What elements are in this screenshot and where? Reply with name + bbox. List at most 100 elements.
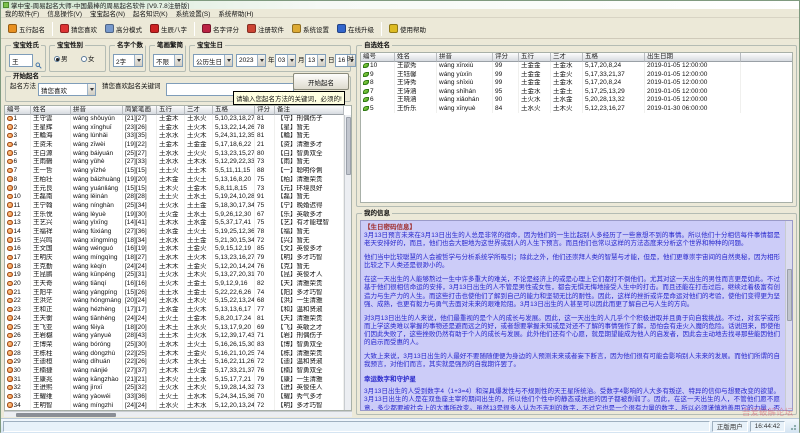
column-header-编号[interactable]: 编号 — [5, 106, 31, 115]
cell: 8 — [361, 79, 395, 88]
surname-input[interactable]: 王 — [9, 54, 33, 67]
table-row[interactable]: 25王飞亚wáng fēiyà[18][20]土木土土水火5,13,17,9,2… — [5, 324, 351, 333]
table-row[interactable]: 8王柏壮wáng bǎizhuàng[19][20]土木金土火土5,13,16,… — [5, 176, 351, 185]
高分模式-button[interactable]: 高分模式 — [101, 21, 146, 37]
column-header-编号[interactable]: 编号 — [361, 53, 395, 62]
table-row[interactable]: 15王兴鸣wáng xīngmíng[18][34]土水水土土金5,21,30,… — [5, 237, 351, 246]
column-header-五行[interactable]: 五行 — [157, 106, 185, 115]
table-row[interactable]: 28王栋柱wáng dòngzhù[22][25]土木木土金火5,16,21,1… — [5, 350, 351, 359]
table-row[interactable]: 7王诗涵wáng shīhán95土金水土金土5,17,25,13,292019… — [361, 88, 792, 97]
menu-item-4[interactable]: 起名知识(K) — [133, 8, 168, 18]
menu-item-3[interactable]: 宝宝起名(N) — [90, 8, 125, 18]
table-row[interactable]: 17王明庆wáng míngqìng[18][27]土水木土火木5,13,23,… — [5, 254, 351, 263]
gender-male-radio[interactable]: 男 — [54, 56, 68, 64]
table-row[interactable]: 21王阳平wáng yángpíng[15][26]土土水土金土5,22,22,… — [5, 289, 351, 298]
注册软件-button[interactable]: 注册软件 — [243, 21, 288, 37]
table-row[interactable]: 7王一哲wáng yīzhé[15][15]土土火土土木5,5,11,11,15… — [5, 167, 351, 176]
dropdown-arrow-icon[interactable] — [174, 55, 182, 66]
dropdown-arrow-icon[interactable] — [134, 55, 142, 66]
table-row[interactable]: 11王宁翰wáng nínghàn[25][34]土火水土土金5,18,30,1… — [5, 202, 351, 211]
table-row[interactable]: 20王天奇wáng tiānqí[16][16]土火木土金土5,9,12,9,1… — [5, 280, 351, 289]
column-header-备注[interactable]: 备注 — [275, 106, 344, 115]
五行起名-button[interactable]: 五行起名 — [4, 21, 49, 37]
table-row[interactable]: 9王钰馨wáng yùxīn99土金金土金火5,17,33,21,372019-… — [361, 71, 792, 80]
gender-female-radio[interactable]: 女 — [81, 56, 95, 64]
table-row[interactable]: 3王輪海wáng lúnhǎi[33][35]土水水土火木5,24,31,12,… — [5, 132, 351, 141]
dropdown-arrow-icon[interactable] — [317, 55, 325, 66]
table-row[interactable]: 6王雨鶴wáng yǔhè[27][33]土水水土木水5,12,29,22,33… — [5, 158, 351, 167]
table-row[interactable]: 13王艺兴wáng yìxīng[14][41]土木水土水金5,5,37,17,… — [5, 219, 351, 228]
month-select[interactable]: 03 — [275, 54, 296, 67]
naming-method-select[interactable]: 猜您喜欢 — [38, 83, 96, 96]
menu-item-5[interactable]: 系统设置(S) — [176, 8, 211, 18]
table-row[interactable]: 32王进熙wáng jìnxī[25][32]土火水土木火5,19,28,14,… — [5, 384, 351, 393]
在线升级-button[interactable]: 在线升级 — [333, 21, 378, 37]
year-select[interactable]: 2023 — [236, 54, 266, 67]
column-header-三才[interactable]: 三才 — [551, 53, 583, 62]
menu-item-2[interactable]: 信息操作(V) — [47, 8, 82, 18]
table-row[interactable]: 31王康兆wáng kāngzhào[21][21]土木火土土水5,15,17,… — [5, 376, 351, 385]
menu-item-6[interactable]: 系统帮助(H) — [218, 8, 253, 18]
column-header-filler[interactable] — [741, 53, 793, 62]
column-header-五行[interactable]: 五行 — [519, 53, 551, 62]
使用帮助-button[interactable]: 使用帮助 — [385, 21, 430, 37]
stroke-select[interactable]: 不限 — [153, 54, 183, 67]
table-row[interactable]: 9王元良wáng yuánliáng[15][15]土木火土金木5,8,11,8… — [5, 185, 351, 194]
column-header-出生日期[interactable]: 出生日期 — [645, 53, 741, 62]
生辰八字-button[interactable]: 生辰八字 — [146, 21, 191, 37]
table-row[interactable]: 29王迪桓wáng díhuán[22][26]土火木土水土5,16,22,11… — [5, 358, 351, 367]
table-row[interactable]: 12王乐悦wáng lèyuè[19][30]土火金土水土5,9,26,12,3… — [5, 211, 351, 220]
table-row[interactable]: 23王和正wáng hézhèng[17][17]土水金土火木5,13,13,6… — [5, 306, 351, 315]
column-header-三才[interactable]: 三才 — [185, 106, 213, 115]
start-naming-button[interactable]: 开始起名 — [293, 73, 349, 90]
系统设置-button[interactable]: 系统设置 — [288, 21, 333, 37]
column-header-简繁笔画[interactable]: 简繁笔画 — [123, 106, 157, 115]
dropdown-arrow-icon[interactable] — [87, 84, 95, 95]
table-row[interactable]: 18王克勤wáng kèqín[24][24]土木木土金火5,12,20,14,… — [5, 263, 351, 272]
dropdown-arrow-icon[interactable] — [287, 55, 295, 66]
名字评分-button[interactable]: 名字评分 — [198, 21, 243, 37]
column-header-拼音[interactable]: 拼音 — [71, 106, 123, 115]
table-row[interactable]: 10王歆秀wáng xīnxiù99土金金土金水5,17,20,8,242019… — [361, 62, 792, 71]
count-select[interactable]: 2字 — [113, 54, 143, 67]
table-row[interactable]: 24王天衡wáng tiānhéng[24][24]土火土土金木5,8,20,1… — [5, 315, 351, 324]
left-table-hscrollbar[interactable] — [4, 411, 352, 417]
info-textarea[interactable]: 【生日密码信息】3月13日预言未来在3月13日出生的人总是非常的宿命，因为他们的… — [360, 220, 793, 411]
menu-item-1[interactable]: 我的软件(F) — [5, 8, 39, 18]
table-row[interactable]: 2王星辉wáng xīnghuī[23][26]土金水土火木5,13,22,14… — [5, 124, 351, 133]
column-header-姓名[interactable]: 姓名 — [395, 53, 437, 62]
table-row[interactable]: 16王文国wáng wénguó[16][19]土水木土金火5,9,15,12,… — [5, 245, 351, 254]
resize-grip-icon[interactable] — [787, 421, 797, 431]
column-header-评分[interactable]: 评分 — [255, 106, 275, 115]
calendar-select[interactable]: 公历生日 — [193, 54, 233, 67]
table-row[interactable]: 33王耀维wáng yàowéi[33][36]土火土土水木5,24,34,15… — [5, 393, 351, 402]
dropdown-arrow-icon[interactable] — [224, 55, 232, 66]
info-vscrollbar[interactable] — [785, 221, 792, 410]
table-row[interactable]: 34王明智wáng míngzhì[24][24]土水火土木水5,12,20,1… — [5, 402, 351, 411]
table-row[interactable]: 4王资未wáng zīwèi[19][22]土金木土金金5,17,18,6,22… — [5, 141, 351, 150]
table-row[interactable]: 5王白源wáng báiyuán[25][27]土水水土火火5,13,23,15… — [5, 150, 351, 159]
column-header-五格[interactable]: 五格 — [583, 53, 645, 62]
left-table-vscrollbar[interactable] — [344, 115, 351, 410]
cell: 84 — [493, 105, 519, 114]
table-row[interactable]: 10王磊南wáng lěinán[28][28]土土火土水土5,19,24,10… — [5, 193, 351, 202]
dropdown-arrow-icon[interactable] — [257, 55, 265, 66]
table-row[interactable]: 19王昆鹏wáng kūnpéng[25][31]土火水土木火5,13,27,2… — [5, 271, 351, 280]
table-row[interactable]: 26王岩樾wáng yányuè[28][43]土土木土火水5,12,39,17… — [5, 332, 351, 341]
table-row[interactable]: 6王晓涵wáng xiǎohán90土火水土水金5,20,28,13,32201… — [361, 96, 792, 105]
day-select[interactable]: 13 — [305, 54, 326, 67]
column-header-五格[interactable]: 五格 — [213, 106, 255, 115]
search-icon[interactable] — [35, 56, 42, 74]
table-row[interactable]: 8王诗秀wáng shīxiù99土金金土金水5,17,20,8,242019-… — [361, 79, 792, 88]
table-row[interactable]: 30王楠捷wáng nánjié[27][37]土木木土火金5,17,33,21… — [5, 367, 351, 376]
table-row[interactable]: 1王守雲wáng shǒuyún[21][27]土金木土水火5,10,23,18… — [5, 115, 351, 124]
column-header-拼音[interactable]: 拼音 — [437, 53, 493, 62]
column-header-评分[interactable]: 评分 — [493, 53, 519, 62]
table-row[interactable]: 5王忻乐wáng xīnyuè84土水火土木火5,12,23,16,272019… — [361, 105, 792, 114]
column-header-姓名[interactable]: 姓名 — [31, 106, 71, 115]
hour-label: 时 — [347, 56, 354, 64]
table-row[interactable]: 22王洪茫wáng hóngmáng[20][24]土水水土木火5,15,22,… — [5, 297, 351, 306]
table-row[interactable]: 14王福祥wáng fúxiáng[27][36]土水金土火土5,19,25,1… — [5, 228, 351, 237]
猜您喜欢-button[interactable]: 猜您喜欢 — [56, 21, 101, 37]
table-row[interactable]: 27王博荣wáng bóróng[25][30]土水木土火土5,16,26,15… — [5, 341, 351, 350]
